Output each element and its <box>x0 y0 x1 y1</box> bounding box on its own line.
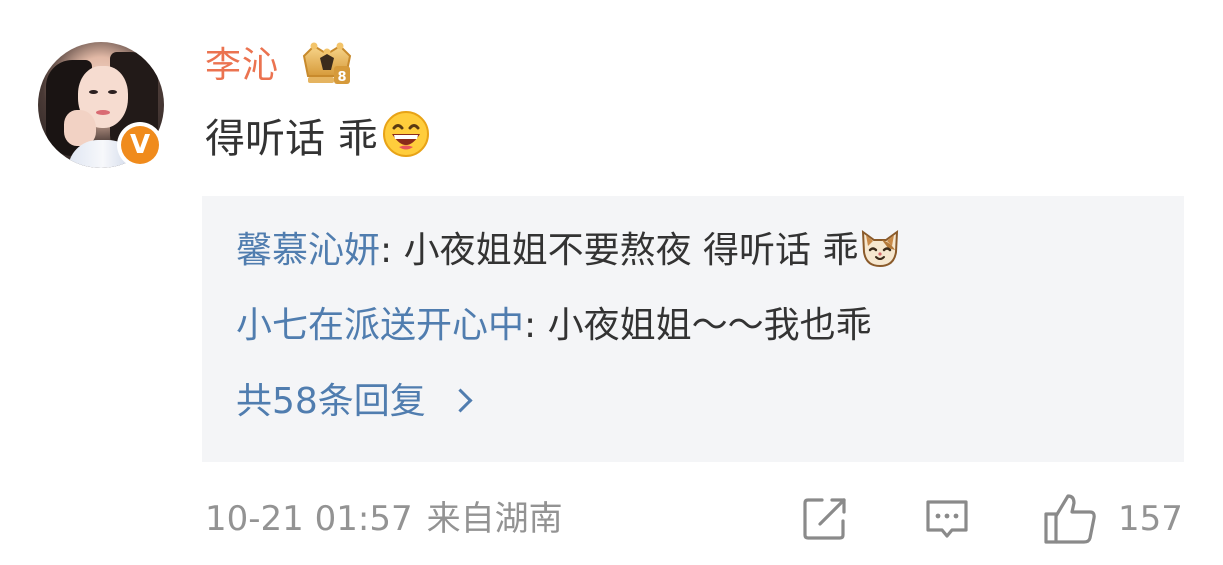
reply-separator: : <box>524 305 548 346</box>
reply-text: 小夜姐姐不要熬夜 得听话 乖 <box>403 230 859 271</box>
avatar-eye-left <box>89 90 98 94</box>
thumbs-up-icon[interactable] <box>1040 490 1100 546</box>
comment-icon[interactable] <box>922 494 972 544</box>
like-count: 157 <box>1118 499 1183 539</box>
reply-author[interactable]: 馨慕沁妍 <box>236 230 380 271</box>
cat-emoji-icon <box>862 229 899 268</box>
comment-body: 得听话 乖 <box>205 116 378 162</box>
avatar-eye-right <box>108 90 117 94</box>
reply-item[interactable]: 馨慕沁妍: 小夜姐姐不要熬夜 得听话 乖 <box>236 226 902 275</box>
share-icon[interactable] <box>800 494 850 544</box>
view-all-replies-link[interactable]: 共58条回复 <box>236 378 473 426</box>
reply-author[interactable]: 小七在派送开心中 <box>236 305 524 346</box>
user-name[interactable]: 李沁 <box>205 42 279 90</box>
avatar-lips <box>96 110 110 115</box>
comment-time: 10-21 01:57 <box>205 499 413 539</box>
comment-meta: 10-21 01:57 来自湖南 <box>205 497 563 541</box>
comment-source: 来自湖南 <box>426 499 563 539</box>
svg-text:8: 8 <box>337 70 346 85</box>
verified-badge-label: V <box>121 126 159 164</box>
comment-card: V 李沁 8 得听话 乖 馨慕沁妍: 小夜姐姐不要熬夜 得听话 乖 小七在派送开… <box>0 0 1223 565</box>
verified-badge-icon: V <box>117 122 163 168</box>
reply-separator: : <box>380 230 404 271</box>
chevron-right-icon <box>448 388 473 413</box>
reply-preview-box[interactable]: 馨慕沁妍: 小夜姐姐不要熬夜 得听话 乖 小七在派送开心中: 小夜姐姐～～我也乖… <box>202 196 1184 462</box>
view-all-replies-label: 共58条回复 <box>236 381 426 422</box>
reply-item[interactable]: 小七在派送开心中: 小夜姐姐～～我也乖 <box>236 302 872 350</box>
reply-text: 小夜姐姐～～我也乖 <box>547 305 872 346</box>
vip-crown-icon[interactable]: 8 <box>298 40 356 88</box>
comment-text: 得听话 乖 <box>205 110 430 166</box>
grinning-emoji-icon <box>382 111 429 157</box>
